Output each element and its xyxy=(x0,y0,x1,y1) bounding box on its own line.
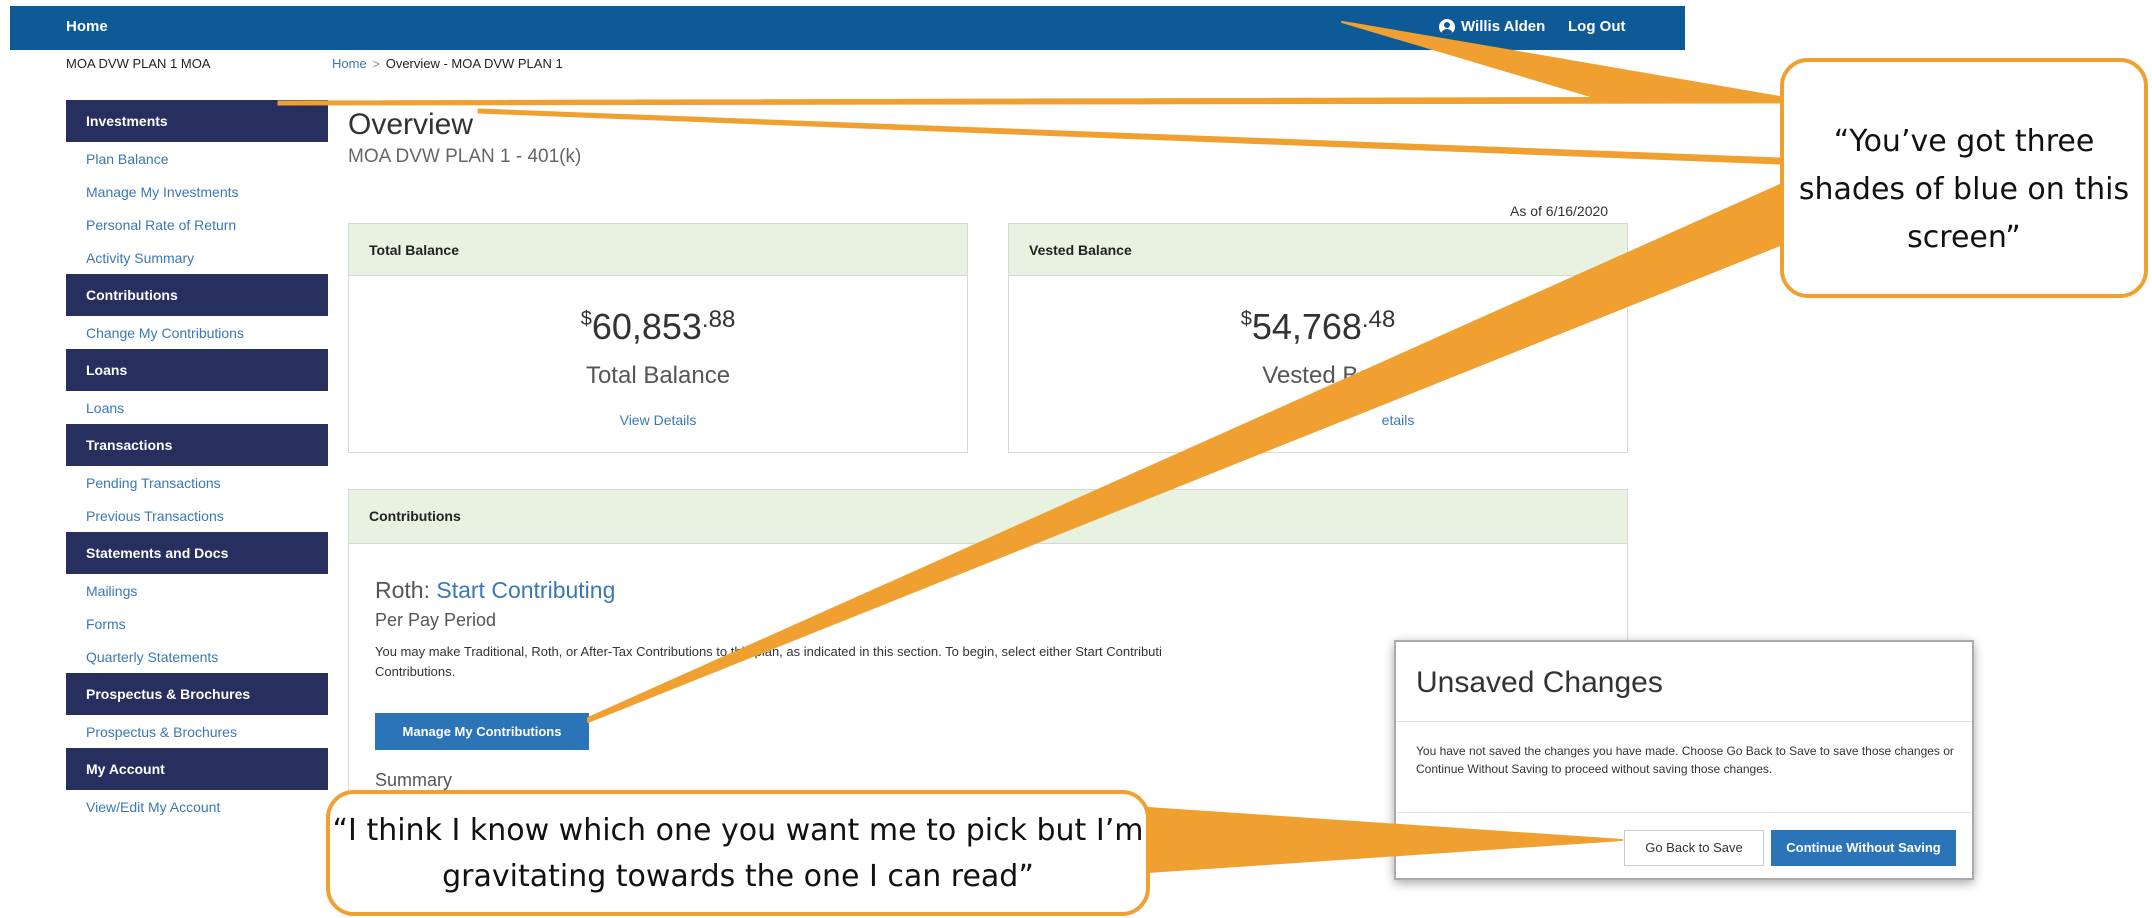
top-nav-bar: Home Willis Alden Log Out xyxy=(10,6,1685,50)
sidebar-section-my-account[interactable]: My Account xyxy=(66,748,328,790)
total-balance-cents: .88 xyxy=(701,306,736,333)
sidebar: Investments Plan Balance Manage My Inves… xyxy=(66,100,328,823)
sidebar-item-forms[interactable]: Forms xyxy=(66,607,328,640)
vested-balance-currency: $ xyxy=(1240,308,1252,330)
total-balance-view-details-link[interactable]: View Details xyxy=(349,412,967,428)
sidebar-item-pending-transactions[interactable]: Pending Transactions xyxy=(66,466,328,499)
total-balance-label: Total Balance xyxy=(585,362,731,389)
total-balance-dollars: 60,853 xyxy=(591,306,702,347)
annotation-line-sidebar xyxy=(277,96,1781,106)
continue-without-saving-button[interactable]: Continue Without Saving xyxy=(1771,830,1956,866)
contributions-description-line-1: You may make Traditional, Roth, or After… xyxy=(375,644,1162,659)
go-back-to-save-button[interactable]: Go Back to Save xyxy=(1624,830,1764,866)
roth-line: Roth: Start Contributing xyxy=(375,577,615,604)
unsaved-changes-dialog: Unsaved Changes You have not saved the c… xyxy=(1394,640,1974,880)
per-pay-period-label: Per Pay Period xyxy=(375,610,497,630)
sidebar-item-personal-rate-of-return[interactable]: Personal Rate of Return xyxy=(66,208,328,241)
sidebar-item-previous-transactions[interactable]: Previous Transactions xyxy=(66,499,328,532)
contributions-description: You may make Traditional, Roth, or After… xyxy=(375,642,1375,682)
user-name: Willis Alden xyxy=(1461,18,1546,35)
sidebar-section-statements-and-docs[interactable]: Statements and Docs xyxy=(66,532,328,574)
vested-balance-label: Vested Balan xyxy=(1262,362,1404,389)
vested-balance-header: Vested Balance xyxy=(1009,224,1627,276)
callout-gravitating-readable: “I think I know which one you want me to… xyxy=(326,790,1150,916)
summary-heading: Summary xyxy=(375,770,453,790)
annotation-line-title xyxy=(477,108,1781,165)
callout-three-shades-of-blue: “You’ve got three shades of blue on this… xyxy=(1780,58,2148,298)
vested-balance-card: Vested Balance $54,768.48 Vested Balan e… xyxy=(1008,223,1628,453)
sidebar-section-contributions[interactable]: Contributions xyxy=(66,274,328,316)
sidebar-item-view-edit-my-account[interactable]: View/Edit My Account xyxy=(66,790,328,823)
sidebar-item-manage-my-investments[interactable]: Manage My Investments xyxy=(66,175,328,208)
dialog-footer-divider xyxy=(1396,812,1972,813)
as-of-date: As of 6/16/2020 xyxy=(1510,203,1609,219)
dialog-title: Unsaved Changes xyxy=(1416,666,1663,699)
user-icon xyxy=(1439,18,1455,35)
plan-name: MOA DVW PLAN 1 MOA xyxy=(66,56,211,71)
vested-balance-amount: $54,768.48 xyxy=(1009,306,1627,348)
total-balance-amount: $60,853.88 xyxy=(349,306,967,348)
vested-balance-cents: .48 xyxy=(1361,306,1396,333)
logout-link[interactable]: Log Out xyxy=(1568,18,1625,35)
sidebar-section-investments[interactable]: Investments xyxy=(66,100,328,142)
vested-balance-dollars: 54,768 xyxy=(1251,306,1362,347)
vested-balance-view-details-link[interactable]: etails xyxy=(1009,412,1627,428)
sidebar-section-transactions[interactable]: Transactions xyxy=(66,424,328,466)
breadcrumb-home-link[interactable]: Home xyxy=(332,56,367,71)
start-contributing-link[interactable]: Start Contributing xyxy=(436,577,615,603)
sidebar-item-mailings[interactable]: Mailings xyxy=(66,574,328,607)
manage-my-contributions-button[interactable]: Manage My Contributions xyxy=(375,713,589,750)
total-balance-currency: $ xyxy=(580,308,592,330)
contributions-header: Contributions xyxy=(349,490,1627,544)
sidebar-section-prospectus-brochures[interactable]: Prospectus & Brochures xyxy=(66,673,328,715)
breadcrumb-current: Overview - MOA DVW PLAN 1 xyxy=(385,56,563,71)
total-balance-header: Total Balance xyxy=(349,224,967,276)
page-subtitle: MOA DVW PLAN 1 - 401(k) xyxy=(348,146,582,167)
sidebar-item-loans[interactable]: Loans xyxy=(66,391,328,424)
sidebar-item-prospectus-brochures[interactable]: Prospectus & Brochures xyxy=(66,715,328,748)
nav-home-link[interactable]: Home xyxy=(66,18,108,35)
user-menu[interactable]: Willis Alden xyxy=(1439,18,1545,35)
sidebar-section-loans[interactable]: Loans xyxy=(66,349,328,391)
dialog-divider xyxy=(1396,721,1972,722)
breadcrumb-separator: > xyxy=(372,56,380,71)
contributions-description-line-2: Contributions. xyxy=(375,664,456,679)
sidebar-item-change-my-contributions[interactable]: Change My Contributions xyxy=(66,316,328,349)
dialog-message: You have not saved the changes you have … xyxy=(1416,744,1954,776)
sidebar-item-activity-summary[interactable]: Activity Summary xyxy=(66,241,328,274)
sidebar-item-plan-balance[interactable]: Plan Balance xyxy=(66,142,328,175)
breadcrumb: Home > Overview - MOA DVW PLAN 1 xyxy=(332,56,563,71)
page-title: Overview xyxy=(348,108,474,141)
total-balance-card: Total Balance $60,853.88 Total Balance V… xyxy=(348,223,968,453)
sidebar-item-quarterly-statements[interactable]: Quarterly Statements xyxy=(66,640,328,673)
roth-prefix: Roth: xyxy=(375,577,430,603)
